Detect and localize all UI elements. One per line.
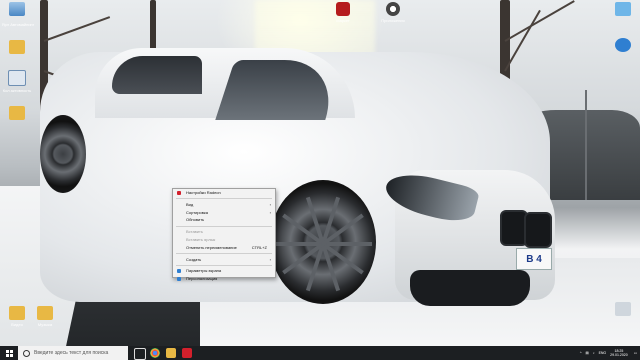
- notifications-icon[interactable]: ▭: [634, 351, 637, 355]
- car-window: [112, 56, 202, 94]
- menu-item-label: Вид: [186, 201, 194, 207]
- taskbar-search-box[interactable]: Введите здесь текст для поиска: [18, 346, 128, 360]
- menu-item-label: Обновить: [186, 217, 205, 223]
- wheel-spoke: [274, 242, 323, 246]
- wheel-spoke: [323, 242, 372, 246]
- desktop-wallpaper[interactable]: B 4 Кол активность Ярл Автомайнинг Марке…: [0, 0, 640, 346]
- submenu-arrow-icon: ›: [269, 209, 271, 215]
- search-placeholder: Введите здесь текст для поиска: [34, 350, 109, 356]
- menu-item-label: Отменить переименование: [186, 244, 237, 250]
- folder-icon: [9, 40, 25, 54]
- desktop-icon-label: Приложения: [381, 18, 405, 23]
- desktop-icon-right[interactable]: [606, 2, 640, 18]
- menu-separator: [176, 264, 272, 266]
- taskbar: Введите здесь текст для поиска ^ ▤ ♪ ENG…: [0, 346, 640, 360]
- desktop-icon-folder[interactable]: [0, 106, 34, 122]
- desktop-icon-market[interactable]: Маркет: [328, 2, 358, 23]
- menu-item-shortcut: CTRL+Z: [251, 244, 267, 250]
- video-folder-icon: [9, 306, 25, 320]
- yandex-icon[interactable]: [182, 348, 192, 358]
- context-menu-item[interactable]: Настройки Radeon: [173, 189, 275, 197]
- desktop-icon-label: Кол активность: [2, 88, 32, 93]
- desktop-icon-right[interactable]: [606, 38, 640, 54]
- start-button[interactable]: [0, 346, 18, 360]
- menu-item-label: Сортировка: [186, 209, 208, 215]
- menu-item-label: Вставить ярлык: [186, 236, 216, 242]
- context-menu-item[interactable]: Создать ›: [173, 256, 275, 264]
- language-indicator[interactable]: ENG: [599, 351, 607, 355]
- menu-separator: [176, 198, 272, 200]
- tree-branch: [504, 0, 575, 42]
- personalization-icon: [177, 277, 181, 282]
- context-menu-item[interactable]: Персонализация: [173, 275, 275, 283]
- search-icon: [23, 349, 30, 357]
- context-menu-item[interactable]: Параметры экрана: [173, 267, 275, 275]
- context-menu-item[interactable]: Вид ›: [173, 201, 275, 209]
- kidney-grille: [524, 212, 552, 248]
- menu-item-label: Вставить: [186, 229, 203, 235]
- menu-separator: [176, 253, 272, 255]
- drive-icon: [615, 302, 631, 316]
- network-icon[interactable]: ▤: [586, 351, 589, 355]
- menu-item-label: Настройки Radeon: [186, 190, 221, 195]
- windows-logo-icon: [5, 349, 13, 357]
- desktop-icon-apps[interactable]: Приложения: [378, 2, 408, 23]
- apps-icon: [386, 2, 400, 16]
- menu-item-label: Создать: [186, 256, 202, 262]
- task-view-icon[interactable]: [134, 348, 146, 360]
- desktop-icon-document[interactable]: Кол активность: [0, 70, 34, 93]
- monitor-icon: [615, 2, 631, 16]
- music-folder-icon: [37, 306, 53, 320]
- context-menu-item: Вставить: [173, 228, 275, 236]
- desktop-icon-right[interactable]: [606, 302, 640, 318]
- desktop-icon-folder[interactable]: [0, 40, 34, 56]
- license-plate: B 4: [516, 248, 552, 270]
- desktop-icon-label: Ярл Автомайнинг: [1, 22, 35, 27]
- volume-icon[interactable]: ♪: [593, 351, 595, 355]
- system-tray: ^ ▤ ♪ ENG 18:25 29.01.2020 ▭: [580, 346, 640, 360]
- tree-branch: [43, 16, 111, 42]
- desktop-icon-music[interactable]: Музыка: [28, 306, 62, 327]
- lamp-pole: [585, 90, 587, 200]
- menu-item-label: Параметры экрана: [186, 268, 222, 274]
- desktop-icon-label: Маркет: [336, 18, 350, 23]
- desktop-icon-recycle-bin[interactable]: [0, 2, 34, 18]
- desktop-icon-label: Музыка: [37, 322, 53, 327]
- tray-arrow-icon[interactable]: ^: [580, 351, 582, 355]
- rear-wheel: [40, 115, 86, 193]
- desktop-context-menu: Настройки Radeon Вид › Сортировка › Обновить В…: [172, 188, 276, 282]
- chrome-icon[interactable]: [150, 348, 160, 358]
- display-settings-icon: [177, 269, 181, 274]
- desktop-icon-app[interactable]: Ярл Автомайнинг: [0, 22, 36, 27]
- submenu-arrow-icon: ›: [269, 256, 271, 262]
- context-menu-item[interactable]: Обновить: [173, 216, 275, 224]
- document-icon: [8, 70, 26, 86]
- air-intake: [410, 270, 530, 306]
- context-menu-item[interactable]: Сортировка ›: [173, 209, 275, 217]
- clock[interactable]: 18:25 29.01.2020: [610, 349, 628, 358]
- menu-separator: [176, 225, 272, 227]
- context-menu-item[interactable]: Отменить переименование CTRL+Z: [173, 244, 275, 252]
- front-wheel: [270, 180, 376, 304]
- folder-icon: [9, 106, 25, 120]
- submenu-arrow-icon: ›: [269, 201, 271, 207]
- market-app-icon: [336, 2, 350, 16]
- explorer-icon[interactable]: [166, 348, 176, 358]
- menu-item-label: Персонализация: [186, 276, 218, 282]
- radeon-icon: [177, 191, 181, 195]
- clock-date: 29.01.2020: [610, 353, 628, 357]
- edge-icon: [615, 38, 631, 52]
- recycle-bin-icon: [9, 2, 25, 16]
- context-menu-item: Вставить ярлык: [173, 236, 275, 244]
